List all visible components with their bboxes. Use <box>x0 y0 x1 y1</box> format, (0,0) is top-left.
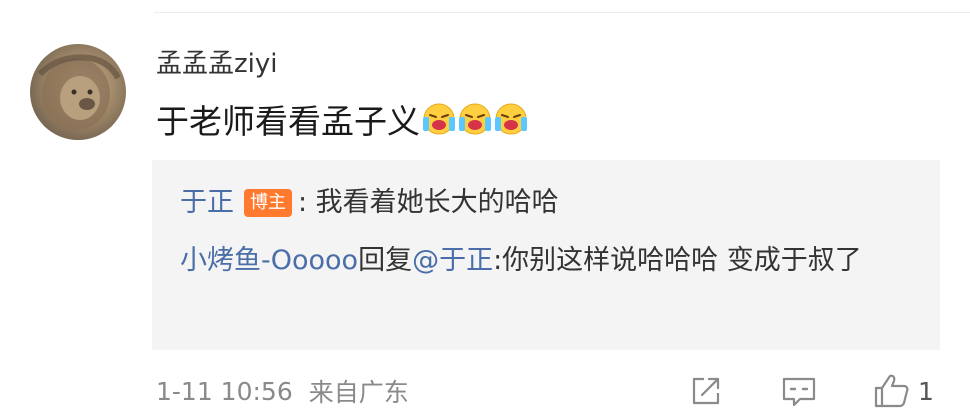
blogger-badge: 博主 <box>244 189 292 217</box>
reply-item[interactable]: 小烤鱼-Ooooo回复@于正:你别这样说哈哈哈 变成于叔了 <box>180 238 918 284</box>
reply-text: : 我看着她长大的哈哈 <box>298 187 559 218</box>
comment-meta: 1-11 10:56 来自广东 <box>156 372 409 410</box>
reply-button[interactable] <box>780 372 818 410</box>
avatar[interactable] <box>30 44 126 140</box>
lion-avatar-image <box>37 54 121 130</box>
reply-author[interactable]: 小烤鱼-Ooooo <box>180 245 358 276</box>
reply-author[interactable]: 于正 <box>180 180 234 226</box>
comment-location: 来自广东 <box>308 378 409 407</box>
reply-icon <box>782 377 816 407</box>
like-button[interactable]: 1 <box>872 372 934 410</box>
crying-laughing-emoji-icon <box>458 102 492 136</box>
comment-username[interactable]: 孟孟孟ziyi <box>156 44 277 84</box>
like-count: 1 <box>918 376 934 406</box>
comment-timestamp: 1-11 10:56 <box>156 376 293 406</box>
reply-mention[interactable]: @于正 <box>412 245 493 276</box>
reply-word: 回复 <box>358 245 413 276</box>
like-icon <box>874 374 909 408</box>
replies-box[interactable]: 于正 博主 : 我看着她长大的哈哈 小烤鱼-Ooooo回复@于正:你别这样说哈哈… <box>152 160 940 350</box>
comment-body: 于老师看看孟子义 <box>156 96 528 142</box>
comment-text: 于老师看看孟子义 <box>156 102 420 141</box>
crying-laughing-emoji-icon <box>494 102 528 136</box>
divider <box>154 12 970 13</box>
crying-laughing-emoji-icon <box>422 102 456 136</box>
reply-item[interactable]: 于正 博主 : 我看着她长大的哈哈 <box>180 180 918 226</box>
reply-text: :你别这样说哈哈哈 变成于叔了 <box>493 245 862 276</box>
share-button[interactable] <box>688 372 724 410</box>
share-icon <box>692 377 720 405</box>
